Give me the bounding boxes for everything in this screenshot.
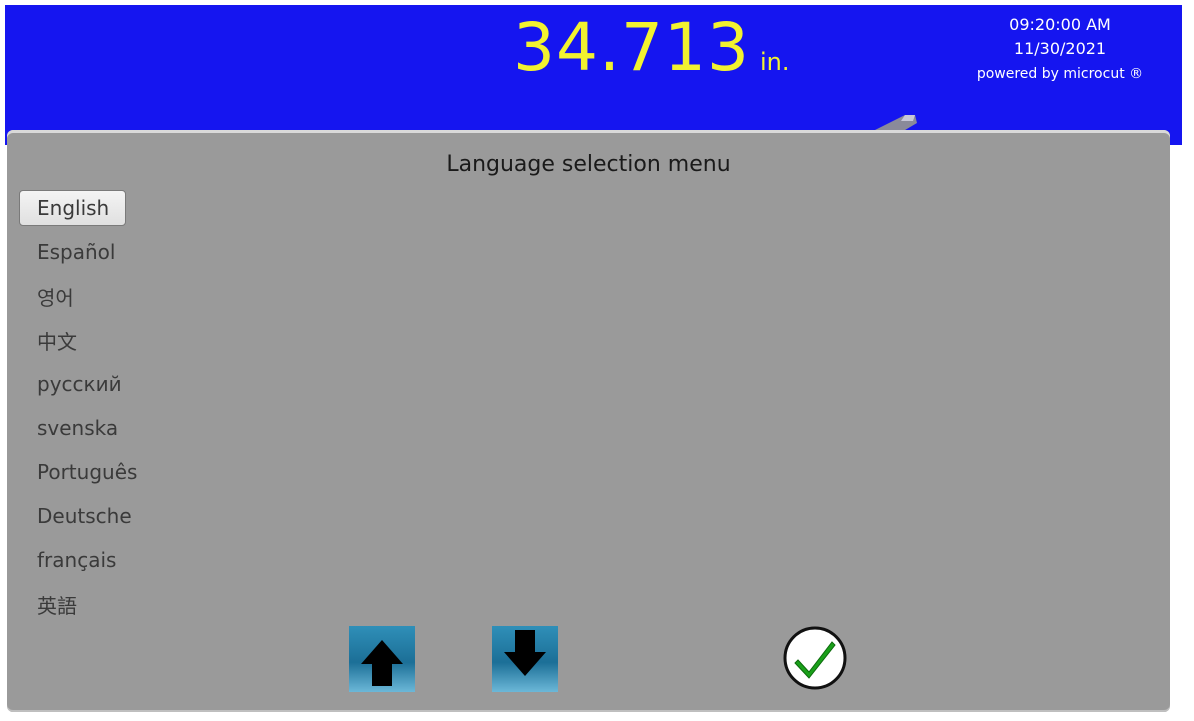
clock-date: 11/30/2021 [1013,39,1107,58]
language-label: Deutsche [37,504,132,528]
language-label: svenska [37,416,119,440]
clock-time: 09:20:00 AM [1009,15,1111,34]
menu-title: Language selection menu [446,152,731,177]
language-item-french[interactable]: français [19,538,137,582]
scroll-up-button[interactable] [349,626,415,692]
language-label: 英語 [37,593,77,618]
app-window: 34.713 in. 09:20:00 AM 11/30/2021 powere… [0,0,1194,721]
language-label: 영어 [37,285,74,310]
language-item-espanol[interactable]: Español [19,230,137,274]
checkmark-icon [783,626,847,690]
position-unit: in. [759,48,790,76]
confirm-button[interactable] [782,625,848,691]
position-readout: 34.713 in. [513,15,789,85]
language-label: Español [37,240,116,264]
status-header: 34.713 in. 09:20:00 AM 11/30/2021 powere… [5,5,1182,145]
scroll-down-button[interactable] [492,626,558,692]
language-item-japanese[interactable]: 英語 [19,582,137,626]
language-menu-panel: Language selection menu English Español … [7,130,1170,712]
info-block: 09:20:00 AM 11/30/2021 powered by microc… [945,13,1175,87]
language-item-korean[interactable]: 영어 [19,274,137,318]
language-item-swedish[interactable]: svenska [19,406,137,450]
language-item-english[interactable]: English [19,190,127,226]
language-item-german[interactable]: Deutsche [19,494,137,538]
language-label: русский [37,372,122,396]
language-list: English Español 영어 中文 русский svenska Po… [19,186,137,626]
position-value: 34.713 [513,9,750,86]
language-item-portuguese[interactable]: Português [19,450,137,494]
brand-text: powered by microcut ® [976,66,1144,82]
language-label: 中文 [37,329,77,354]
language-item-russian[interactable]: русский [19,362,137,406]
language-label: Português [37,460,138,484]
language-label: English [37,196,110,220]
language-item-chinese[interactable]: 中文 [19,318,137,362]
arrow-down-icon [492,626,558,692]
arrow-up-icon [349,626,415,692]
language-label: français [37,548,117,572]
